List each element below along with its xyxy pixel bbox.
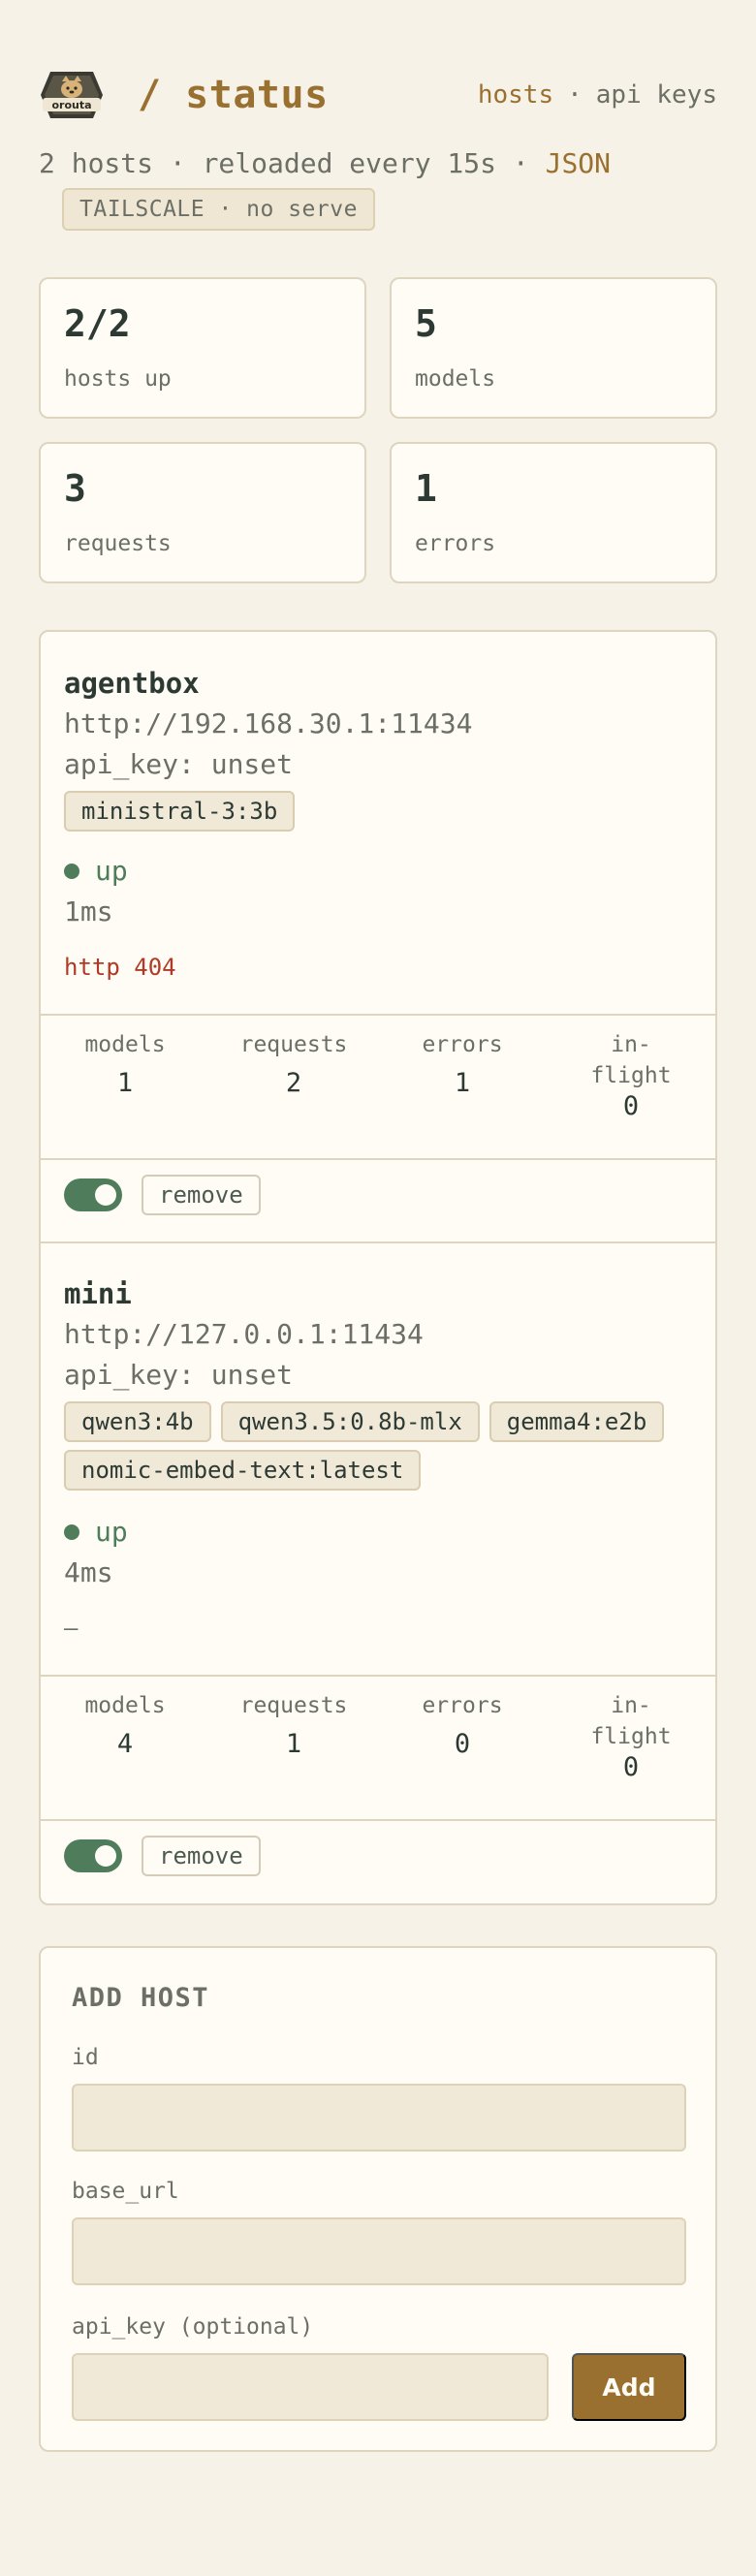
status-dot-icon <box>64 1524 79 1540</box>
host-last-error: — <box>64 1615 79 1642</box>
host-last-error: http 404 <box>64 954 176 981</box>
stat-label: requests <box>64 531 172 556</box>
summary-line: 2 hosts · reloaded every 15s · JSON <box>39 147 611 179</box>
metric-errors: errors 1 <box>378 1029 547 1121</box>
stat-card-hosts-up: 2/2 hosts up <box>39 277 366 419</box>
metric-errors: errors 0 <box>378 1690 547 1782</box>
stat-card-models: 5 models <box>390 277 717 419</box>
add-host-form: ADD HOST id base_url api_key (optional) … <box>39 1946 717 2452</box>
nav-link-api-keys[interactable]: api keys <box>596 80 717 110</box>
divider <box>41 1014 715 1016</box>
page-title: / status <box>138 73 329 117</box>
base-url-input[interactable] <box>72 2217 686 2285</box>
stat-value: 5 <box>415 302 437 345</box>
summary-text: 2 hosts · reloaded every 15s · <box>39 147 546 179</box>
hosts-panel: agentbox http://192.168.30.1:11434 api_k… <box>39 630 717 1905</box>
remove-host-button[interactable]: remove <box>142 1175 261 1215</box>
add-host-title: ADD HOST <box>72 1983 210 2013</box>
metric-requests: requests 1 <box>209 1690 378 1782</box>
stat-value: 3 <box>64 467 86 510</box>
host-enabled-toggle[interactable] <box>64 1178 122 1211</box>
metric-label: in- flight <box>590 1032 672 1088</box>
metric-models: models 4 <box>41 1690 209 1782</box>
metric-label: requests <box>239 1032 348 1057</box>
page: orouta / status hosts · api keys 2 hosts… <box>0 0 756 2576</box>
metric-label: models <box>84 1693 166 1718</box>
host-name: mini <box>64 1277 132 1310</box>
host-status: up <box>64 1516 128 1548</box>
model-chip: gemma4:e2b <box>488 1401 665 1442</box>
orouta-logo: orouta <box>41 72 103 118</box>
api-key-input[interactable] <box>72 2353 549 2421</box>
metric-in-flight: in- flight 0 <box>547 1690 715 1782</box>
remove-host-button[interactable]: remove <box>142 1836 261 1876</box>
metric-in-flight: in- flight 0 <box>547 1029 715 1121</box>
toggle-knob <box>95 1184 116 1206</box>
metric-value: 0 <box>622 1752 640 1782</box>
host-actions: remove <box>64 1836 261 1876</box>
host-url: http://127.0.0.1:11434 <box>64 1318 424 1350</box>
host-model-list: ministral-3:3b <box>64 791 692 832</box>
metric-value: 1 <box>116 1068 134 1098</box>
svg-text:orouta: orouta <box>51 99 91 111</box>
divider <box>41 1158 715 1160</box>
metric-models: models 1 <box>41 1029 209 1121</box>
host-api-key-status: api_key: unset <box>64 748 294 780</box>
metric-value: 2 <box>285 1068 302 1098</box>
stat-card-requests: 3 requests <box>39 442 366 583</box>
stat-label: hosts up <box>64 366 172 392</box>
metric-value: 0 <box>454 1729 471 1759</box>
host-url: http://192.168.30.1:11434 <box>64 707 473 739</box>
metric-value: 0 <box>622 1091 640 1121</box>
base-url-label: base_url <box>72 2179 179 2204</box>
host-latency: 4ms <box>64 1556 113 1588</box>
json-link[interactable]: JSON <box>546 147 611 179</box>
add-host-button[interactable]: Add <box>572 2353 686 2421</box>
metric-label: requests <box>239 1693 348 1718</box>
stat-value: 1 <box>415 467 437 510</box>
metric-value: 1 <box>285 1729 302 1759</box>
top-nav: hosts · api keys <box>478 80 717 110</box>
host-metrics: models 1 requests 2 errors 1 in- flight … <box>41 1029 715 1121</box>
host-card-agentbox: agentbox http://192.168.30.1:11434 api_k… <box>41 632 715 1242</box>
host-status: up <box>64 855 128 887</box>
metric-value: 4 <box>116 1729 134 1759</box>
host-latency: 1ms <box>64 895 113 927</box>
model-chip: nomic-embed-text:latest <box>64 1450 422 1491</box>
host-card-mini: mini http://127.0.0.1:11434 api_key: uns… <box>41 1242 715 1903</box>
metric-value: 1 <box>454 1068 471 1098</box>
metric-label: models <box>84 1032 166 1057</box>
host-name: agentbox <box>64 667 200 700</box>
toggle-knob <box>95 1845 116 1867</box>
metric-label: errors <box>422 1032 503 1057</box>
model-chip: qwen3:4b <box>64 1401 211 1442</box>
status-dot-icon <box>64 863 79 879</box>
stat-label: models <box>415 366 496 392</box>
model-chip: ministral-3:3b <box>64 791 296 832</box>
status-text: up <box>95 1516 128 1548</box>
stat-card-errors: 1 errors <box>390 442 717 583</box>
metric-label: errors <box>422 1693 503 1718</box>
stat-label: errors <box>415 531 496 556</box>
host-enabled-toggle[interactable] <box>64 1839 122 1872</box>
divider <box>41 1675 715 1677</box>
status-text: up <box>95 855 128 887</box>
api-key-label: api_key (optional) <box>72 2314 314 2340</box>
host-metrics: models 4 requests 1 errors 0 in- flight … <box>41 1690 715 1782</box>
tailscale-badge: TAILSCALE · no serve <box>62 188 375 231</box>
model-chip: qwen3.5:0.8b-mlx <box>220 1401 480 1442</box>
nav-link-hosts[interactable]: hosts <box>478 80 553 110</box>
host-actions: remove <box>64 1175 261 1215</box>
id-label: id <box>72 2045 99 2070</box>
top-bar: orouta / status hosts · api keys <box>39 66 717 124</box>
metric-requests: requests 2 <box>209 1029 378 1121</box>
host-api-key-status: api_key: unset <box>64 1359 294 1391</box>
divider <box>41 1819 715 1821</box>
nav-separator: · <box>567 80 583 110</box>
stat-value: 2/2 <box>64 302 131 345</box>
metric-label: in- flight <box>590 1693 672 1749</box>
host-model-list: qwen3:4b qwen3.5:0.8b-mlx gemma4:e2b nom… <box>64 1401 692 1491</box>
id-input[interactable] <box>72 2084 686 2152</box>
